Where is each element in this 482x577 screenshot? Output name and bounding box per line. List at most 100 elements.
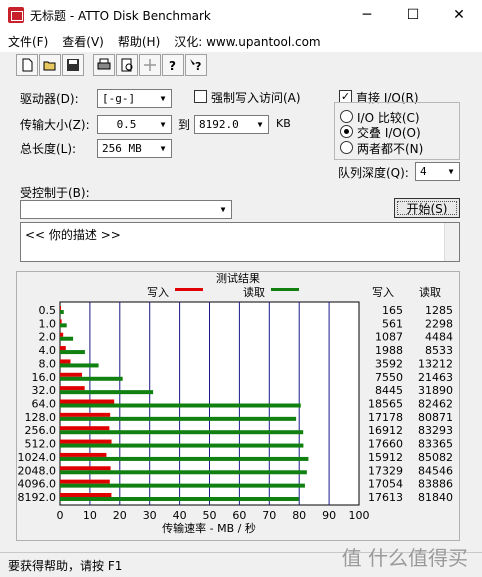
transfer-to-select[interactable]: 8192.0 ▼: [194, 115, 269, 134]
force-write-checkbox[interactable]: [194, 90, 207, 103]
y-tick-label: 32.0: [32, 384, 57, 397]
menu-file[interactable]: 文件(F): [0, 33, 54, 50]
radio-neither[interactable]: [340, 141, 353, 154]
svg-text:?: ?: [169, 59, 176, 72]
write-bar: [60, 346, 66, 351]
radio-neither-label: 两者都不(N): [357, 142, 424, 156]
window-title: 无标题 - ATTO Disk Benchmark: [30, 8, 211, 23]
write-value: 15912: [368, 451, 403, 464]
read-bar: [60, 403, 301, 408]
new-file-icon[interactable]: [16, 54, 38, 76]
description-scrollbar[interactable]: [444, 223, 459, 261]
y-tick-label: 1024.0: [18, 451, 57, 464]
write-bar: [60, 412, 111, 417]
queue-depth-value: 4: [420, 165, 427, 178]
context-help-icon[interactable]: ?: [185, 54, 207, 76]
read-bar: [60, 376, 123, 381]
read-bar: [60, 336, 74, 341]
read-bar: [60, 483, 305, 488]
read-value: 21463: [418, 371, 453, 384]
chevron-down-icon: ▼: [448, 167, 454, 176]
y-tick-label: 8.0: [39, 357, 57, 370]
x-tick-label: 70: [262, 509, 276, 522]
write-value: 16912: [368, 424, 403, 437]
help-icon[interactable]: ?: [162, 54, 184, 76]
maximize-button[interactable]: ☐: [390, 0, 436, 30]
svg-text:?: ?: [195, 60, 201, 72]
y-tick-label: 2.0: [39, 331, 57, 344]
write-bar: [60, 306, 61, 311]
read-value: 13212: [418, 357, 453, 370]
radio-overlapped-io[interactable]: [340, 125, 353, 138]
save-icon[interactable]: [62, 54, 84, 76]
read-value: 8533: [425, 344, 453, 357]
write-value: 17178: [368, 411, 403, 424]
write-bar: [60, 359, 71, 364]
write-value: 17054: [368, 478, 403, 491]
read-bar: [60, 443, 304, 448]
write-bar: [60, 386, 85, 391]
description-text: << 你的描述 >>: [25, 228, 121, 242]
menu-help[interactable]: 帮助(H): [110, 33, 166, 50]
transfer-to-value: 8192.0: [199, 118, 239, 131]
x-tick-label: 20: [113, 509, 127, 522]
drive-select[interactable]: [-g-] ▼: [97, 89, 172, 108]
legend-write-swatch: [175, 288, 203, 291]
read-value: 2298: [425, 317, 453, 330]
y-tick-label: 1.0: [39, 317, 57, 330]
radio-io-compare[interactable]: [340, 110, 353, 123]
chevron-down-icon: ▼: [160, 144, 166, 153]
transfer-from-value: 0.5: [116, 118, 137, 131]
drive-value: [-g-]: [102, 92, 136, 105]
total-length-select[interactable]: 256 MB ▼: [97, 139, 172, 158]
write-bar: [60, 452, 107, 457]
menu-localization[interactable]: 汉化: www.upantool.com: [166, 33, 326, 50]
start-button[interactable]: 开始(S): [394, 198, 460, 218]
read-value: 83886: [418, 478, 453, 491]
queue-depth-label: 队列深度(Q):: [338, 166, 409, 180]
close-button[interactable]: ✕: [436, 0, 482, 30]
read-value: 1285: [425, 304, 453, 317]
print-preview-icon[interactable]: [116, 54, 138, 76]
controlled-by-select[interactable]: ▼: [20, 200, 232, 219]
write-bar: [60, 492, 112, 497]
move-icon[interactable]: [139, 54, 161, 76]
write-value: 17660: [368, 438, 403, 451]
y-tick-label: 4.0: [39, 344, 57, 357]
read-value: 83293: [418, 424, 453, 437]
total-length-label: 总长度(L):: [20, 142, 77, 156]
chevron-down-icon: ▼: [160, 94, 166, 103]
read-bar: [60, 496, 299, 501]
chevron-down-icon: ▼: [220, 205, 226, 214]
read-bar: [60, 350, 85, 355]
legend-read-label: 读取: [243, 285, 265, 299]
force-write-label: 强制写入访问(A): [211, 91, 301, 105]
write-bar: [60, 319, 62, 324]
read-bar: [60, 430, 304, 435]
watermark: 值 什么值得买: [341, 546, 468, 570]
x-tick-label: 30: [143, 509, 157, 522]
read-value: 83365: [418, 438, 453, 451]
transfer-from-select[interactable]: 0.5 ▼: [97, 115, 172, 134]
read-bar: [60, 323, 67, 328]
print-icon[interactable]: [93, 54, 115, 76]
read-value: 80871: [418, 411, 453, 424]
title-bar: 无标题 - ATTO Disk Benchmark ─ ☐ ✕: [0, 0, 482, 30]
write-value: 1087: [375, 331, 403, 344]
queue-depth-select[interactable]: 4 ▼: [415, 162, 460, 181]
x-tick-label: 90: [322, 509, 336, 522]
x-axis-label: 传输速率 - MB / 秒: [162, 521, 256, 535]
results-panel: 测试结果 写入 读取 写入 读取 0.5 1.0 2.0 4.0 8.0 16.0 32.0…: [16, 271, 460, 541]
read-bar: [60, 456, 309, 461]
to-label: 到: [178, 118, 191, 132]
y-tick-label: 16.0: [32, 371, 57, 384]
description-field[interactable]: << 你的描述 >>: [20, 222, 460, 262]
minimize-button[interactable]: ─: [344, 0, 390, 30]
open-folder-icon[interactable]: [39, 54, 61, 76]
read-bar: [60, 363, 99, 368]
menu-view[interactable]: 查看(V): [54, 33, 110, 50]
menu-bar: 文件(F) 查看(V) 帮助(H) 汉化: www.upantool.com: [0, 30, 482, 52]
y-tick-label: 4096.0: [18, 478, 57, 491]
write-value: 17613: [368, 491, 403, 504]
app-icon: [8, 7, 24, 23]
